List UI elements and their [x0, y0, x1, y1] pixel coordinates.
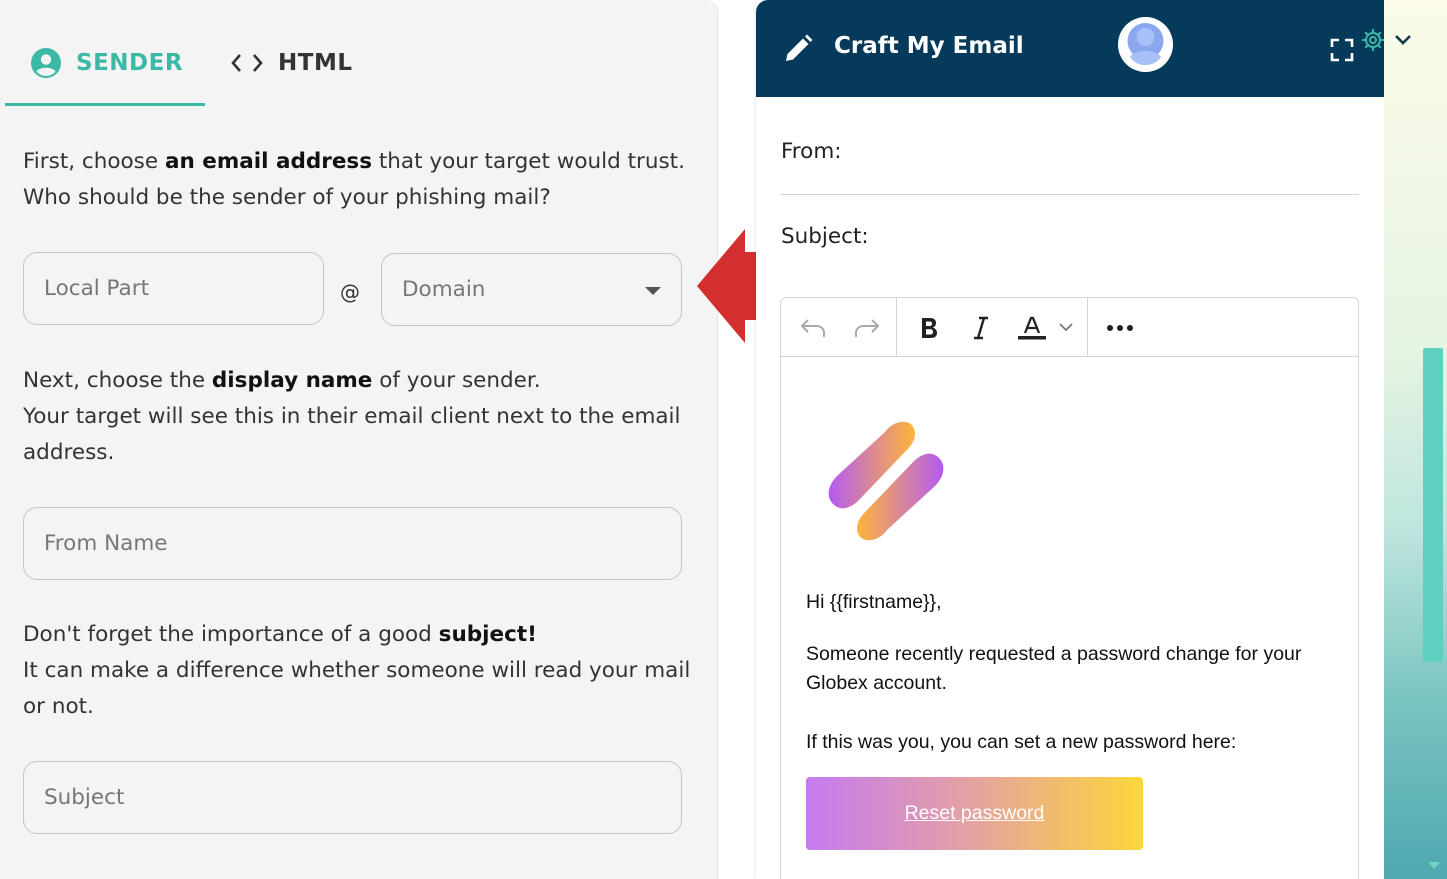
subject-instructions: Don't forget the importance of a good su… — [23, 617, 693, 725]
tab-html[interactable]: HTML — [230, 40, 352, 86]
undo-button[interactable] — [797, 314, 829, 342]
email-paragraph-2: If this was you, you can set a new passw… — [806, 731, 1237, 753]
editor-toolbar — [781, 298, 1358, 357]
tab-bar: SENDER HTML — [0, 0, 718, 108]
toolbar-divider — [896, 298, 897, 357]
italic-icon — [974, 316, 988, 340]
more-horizontal-icon — [1107, 325, 1133, 331]
subject-bold: subject! — [438, 622, 537, 647]
scroll-down-icon[interactable] — [1428, 862, 1440, 869]
email-greeting: Hi {{firstname}}, — [806, 591, 942, 613]
fullscreen-icon[interactable] — [1330, 38, 1354, 62]
globex-logo — [828, 421, 944, 541]
subject-text: Don't forget the importance of a good — [23, 622, 439, 647]
caret-down-icon — [645, 287, 661, 295]
email-address-instructions: First, choose an email address that your… — [23, 144, 693, 216]
avatar-person-icon — [1118, 17, 1173, 72]
intro-bold: an email address — [164, 149, 373, 174]
display-text: Next, choose the — [23, 368, 212, 393]
bold-button[interactable] — [915, 314, 943, 342]
redo-button[interactable] — [851, 314, 883, 342]
reset-password-button[interactable]: Reset password — [806, 777, 1143, 850]
email-paragraph-1: Someone recently requested a password ch… — [806, 643, 1302, 694]
more-options-button[interactable] — [1105, 314, 1135, 342]
active-tab-indicator — [5, 103, 205, 106]
code-icon — [231, 54, 263, 72]
local-part-input[interactable] — [23, 252, 324, 325]
tab-html-label: HTML — [278, 50, 353, 76]
display-bold: display name — [211, 368, 373, 393]
chevron-down-icon[interactable] — [1393, 32, 1413, 48]
display-name-instructions: Next, choose the display name of your se… — [23, 363, 693, 471]
at-sign: @ — [340, 280, 360, 304]
subject-text-line2: It can make a difference whether someone… — [23, 658, 691, 719]
sender-panel: SENDER HTML First, choose an email addre… — [0, 0, 718, 879]
italic-button[interactable] — [967, 314, 995, 342]
person-circle-icon — [31, 48, 61, 78]
from-divider — [781, 194, 1359, 195]
from-name-input[interactable] — [23, 507, 682, 580]
domain-select[interactable]: Domain — [381, 253, 682, 326]
scrollbar-thumb[interactable] — [1423, 348, 1443, 662]
display-text-end: of your sender. — [372, 368, 541, 393]
subject-input[interactable] — [23, 761, 682, 834]
from-label: From: — [781, 139, 842, 164]
intro-text: First, choose — [23, 149, 165, 174]
domain-select-value: Domain — [402, 277, 486, 302]
avatar[interactable] — [1118, 17, 1173, 72]
toolbar-divider — [1087, 298, 1088, 357]
text-color-icon — [1018, 316, 1073, 340]
preview-header: Craft My Email — [756, 0, 1384, 97]
display-text-line2: Your target will see this in their email… — [23, 404, 681, 465]
text-color-button[interactable] — [1015, 314, 1075, 342]
undo-icon — [800, 319, 825, 337]
bold-icon — [922, 318, 937, 338]
tab-sender-label: SENDER — [76, 50, 184, 76]
preview-title: Craft My Email — [834, 33, 1024, 59]
redo-icon — [855, 319, 880, 337]
tab-sender[interactable]: SENDER — [30, 40, 183, 86]
subject-label: Subject: — [781, 224, 869, 249]
gear-icon[interactable] — [1361, 28, 1385, 52]
pencil-icon — [786, 34, 813, 61]
